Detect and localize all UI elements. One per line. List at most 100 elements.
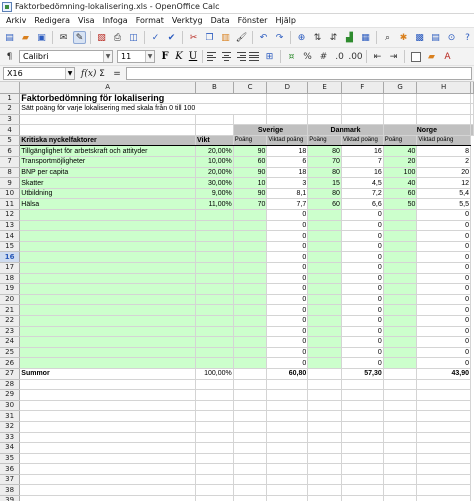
cell[interactable] [233,389,268,401]
cell[interactable] [383,294,418,306]
row-header[interactable]: 29 [0,389,21,401]
cell[interactable]: Sätt poäng för varje lokalisering med sk… [19,103,268,115]
cell[interactable]: 16 [341,167,384,179]
pivot-table-icon[interactable]: ▦ [359,31,372,44]
cell[interactable] [383,347,418,359]
row-header[interactable]: 33 [0,432,21,444]
sort-ascending-icon[interactable]: ⇅ [311,31,324,44]
cell[interactable] [266,421,309,433]
sum-icon[interactable]: Σ [96,69,108,79]
cell[interactable] [195,251,234,263]
cell[interactable] [19,495,196,501]
cell[interactable] [195,114,234,126]
cell[interactable]: 57,30 [341,367,384,380]
cell[interactable] [341,103,384,115]
cell[interactable]: Viktad poäng [416,135,471,147]
cell[interactable] [195,209,234,221]
cell[interactable] [416,432,471,444]
cell[interactable]: 0 [416,230,471,242]
cell[interactable]: 0 [341,315,384,327]
justify-icon[interactable] [249,51,260,62]
cell[interactable]: 7 [341,156,384,168]
cell[interactable]: 0 [341,273,384,285]
cell[interactable] [383,336,418,348]
cell[interactable] [233,347,268,359]
cell[interactable] [19,389,196,401]
column-header[interactable]: E [307,82,342,94]
cell[interactable]: 40 [383,145,418,158]
cell[interactable] [195,453,234,465]
cell[interactable]: 0 [341,336,384,348]
cell[interactable]: BNP per capita [19,167,196,179]
cell[interactable] [341,400,384,412]
cell[interactable] [195,283,234,295]
cell[interactable] [341,93,384,105]
cell[interactable]: Poäng [307,135,342,147]
equals-icon[interactable]: = [111,69,123,79]
page-preview-icon[interactable]: ◫ [127,31,140,44]
cell[interactable] [383,262,418,274]
cell[interactable]: 80 [307,145,342,158]
cell[interactable] [233,114,268,126]
cell[interactable]: 0 [416,304,471,316]
align-center-icon[interactable] [221,51,232,62]
cell[interactable]: 7,2 [341,188,384,200]
row-header[interactable]: 21 [0,304,21,316]
cell[interactable] [19,304,196,316]
cell[interactable] [307,421,342,433]
cell[interactable]: 0 [341,283,384,295]
email-icon[interactable]: ✉ [57,31,70,44]
row-header[interactable]: 22 [0,315,21,327]
cell[interactable] [416,379,471,391]
chevron-down-icon[interactable]: ▼ [145,51,154,62]
cell[interactable]: 2 [416,156,471,168]
row-header[interactable]: 34 [0,442,21,454]
cell[interactable]: 0 [416,294,471,306]
cell[interactable] [416,421,471,433]
row-header[interactable]: 19 [0,283,21,295]
row-header[interactable]: 37 [0,474,21,486]
cell[interactable] [233,230,268,242]
cell[interactable] [470,103,474,115]
cell[interactable] [383,315,418,327]
row-header[interactable]: 39 [0,495,21,501]
row-header[interactable]: 11 [0,198,21,211]
cell[interactable]: 0 [416,241,471,253]
menu-hjalp[interactable]: Hjälp [271,16,299,25]
cell[interactable]: 6 [266,156,309,168]
cell[interactable]: 0 [266,251,309,263]
cell[interactable]: 0 [341,262,384,274]
cell[interactable] [266,495,309,501]
menu-verktyg[interactable]: Verktyg [168,16,207,25]
styles-icon[interactable]: ¶ [3,50,16,63]
cell[interactable]: Skatter [19,177,196,189]
cell[interactable] [307,495,342,501]
cell[interactable] [307,230,342,242]
cell[interactable] [341,463,384,475]
cell[interactable]: 4,5 [341,177,384,189]
cell[interactable]: 80 [307,167,342,179]
row-header[interactable]: 24 [0,336,21,348]
cell[interactable]: 16 [341,145,384,158]
cell[interactable] [233,453,268,465]
cell[interactable]: Poäng [233,135,268,147]
cell[interactable]: Kritiska nyckelfaktorer [19,135,196,147]
cell[interactable] [233,474,268,486]
cell[interactable] [470,124,474,136]
row-header[interactable]: 4 [0,124,21,136]
print-icon[interactable]: ⎙ [111,31,124,44]
row-header[interactable]: 35 [0,453,21,465]
undo-icon[interactable]: ↶ [257,31,270,44]
autospellcheck-icon[interactable]: ✔ [165,31,178,44]
cell[interactable] [383,400,418,412]
cell[interactable]: Utbildning [19,188,196,200]
cell[interactable] [383,251,418,263]
row-header[interactable]: 18 [0,273,21,285]
chevron-down-icon[interactable]: ▼ [103,51,112,62]
cell[interactable] [233,432,268,444]
cell[interactable] [307,347,342,359]
cell[interactable]: 0 [416,326,471,338]
cell[interactable]: 0 [266,326,309,338]
cell[interactable]: 60 [307,198,342,211]
cell[interactable] [416,400,471,412]
